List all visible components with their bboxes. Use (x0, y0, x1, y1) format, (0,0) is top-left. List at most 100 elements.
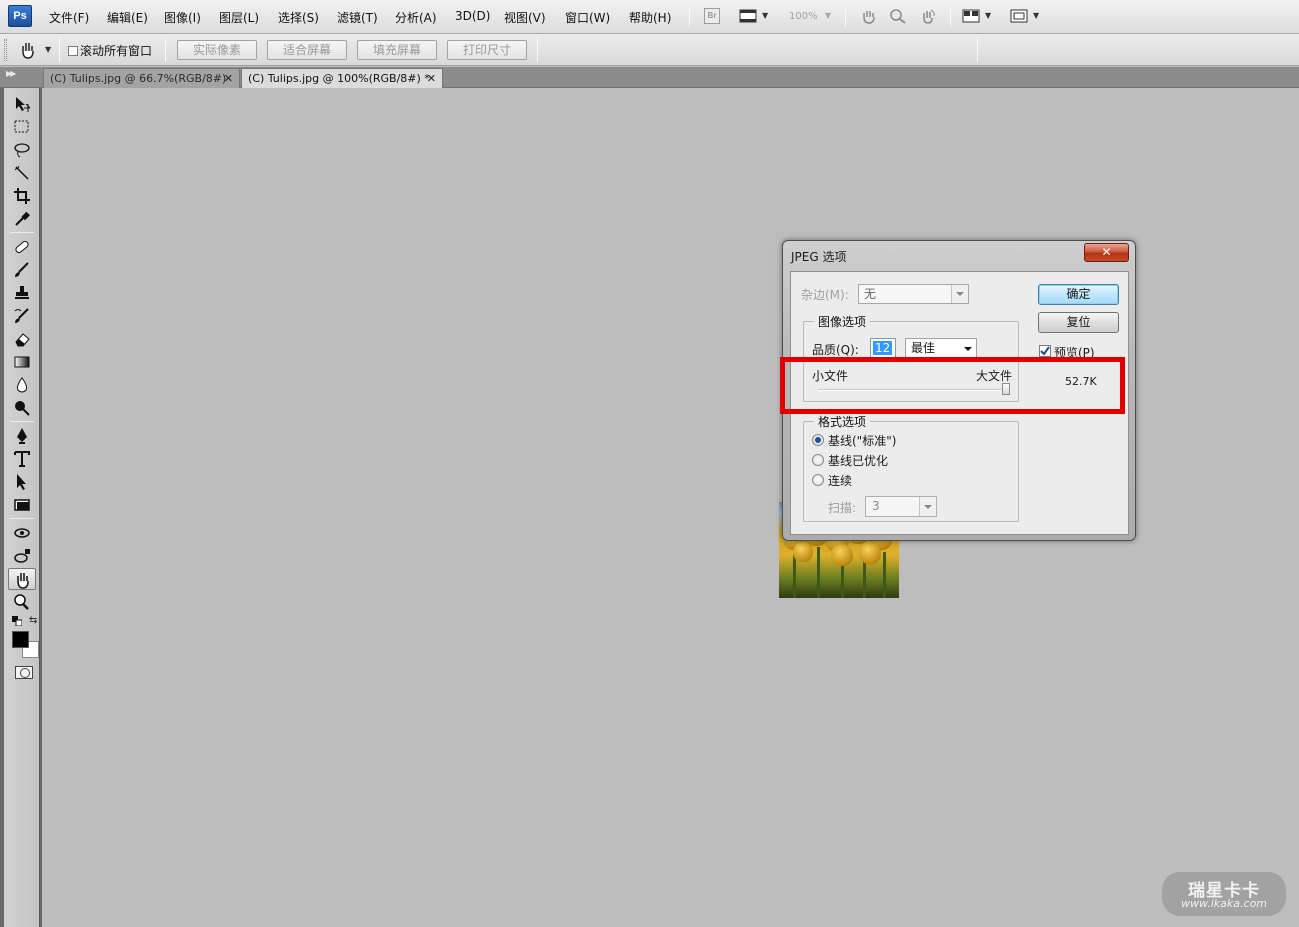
eraser-tool-icon[interactable] (8, 328, 36, 350)
tools-panel: ⇆ (0, 88, 42, 927)
close-icon[interactable]: ✕ (427, 69, 436, 88)
type-tool-icon[interactable] (8, 448, 36, 470)
progressive-radio[interactable] (812, 474, 824, 486)
tab-tulips-66[interactable]: (C) Tulips.jpg @ 66.7%(RGB/8#) ✕ (43, 68, 240, 88)
quality-value: 12 (873, 341, 893, 355)
baseline-standard-label: 基线("标准") (828, 434, 897, 448)
options-separator (537, 38, 538, 62)
baseline-optimized-radio[interactable] (812, 454, 824, 466)
history-brush-tool-icon[interactable] (8, 305, 36, 327)
move-tool-icon[interactable] (8, 93, 36, 115)
quality-preset-select[interactable]: 最佳 (905, 338, 977, 359)
options-separator (977, 38, 978, 62)
chevron-down-icon[interactable]: ▼ (825, 11, 831, 20)
hand-tool-preset-icon[interactable] (18, 40, 38, 60)
menu-3d[interactable]: 3D(D) (455, 9, 490, 23)
arrange-documents-icon[interactable] (962, 8, 980, 24)
eyedropper-tool-icon[interactable] (8, 208, 36, 230)
tab-label: (C) Tulips.jpg @ 66.7%(RGB/8#) (50, 72, 227, 85)
preview-checkbox[interactable] (1039, 345, 1051, 357)
collapse-panels-icon[interactable]: ▶▶ (6, 69, 16, 78)
zoom-tool-icon[interactable] (8, 591, 36, 613)
menu-filter[interactable]: 滤镜(T) (337, 9, 378, 26)
bridge-button[interactable]: Br (704, 8, 720, 24)
menu-analysis[interactable]: 分析(A) (395, 9, 437, 26)
marquee-tool-icon[interactable] (8, 116, 36, 138)
matte-value: 无 (864, 287, 877, 301)
chevron-down-icon (924, 505, 932, 509)
3d-orbit-tool-icon[interactable] (8, 545, 36, 567)
quality-input[interactable]: 12 (870, 338, 896, 358)
tab-tulips-100[interactable]: (C) Tulips.jpg @ 100%(RGB/8#) * ✕ (241, 68, 443, 88)
chevron-down-icon[interactable]: ▼ (762, 11, 768, 20)
hand-icon[interactable] (860, 8, 878, 24)
lasso-tool-icon[interactable] (8, 139, 36, 161)
tab-label: (C) Tulips.jpg @ 100%(RGB/8#) * (248, 72, 430, 85)
document-tab-strip: ▶▶ (C) Tulips.jpg @ 66.7%(RGB/8#) ✕ (C) … (0, 67, 1299, 88)
menu-layer[interactable]: 图层(L) (219, 9, 259, 26)
chevron-down-icon[interactable]: ▼ (1033, 11, 1039, 20)
menu-select[interactable]: 选择(S) (278, 9, 319, 26)
healing-brush-tool-icon[interactable] (8, 236, 36, 258)
annotation-highlight-box (780, 357, 1125, 414)
default-colors-icon[interactable] (12, 616, 22, 626)
matte-label: 杂边(M): (801, 288, 849, 302)
options-separator (165, 38, 166, 62)
chevron-down-icon[interactable]: ▼ (45, 45, 51, 54)
quick-mask-icon[interactable] (15, 666, 33, 679)
view-extras-icon[interactable] (739, 8, 757, 24)
dialog-title: JPEG 选项 (791, 250, 847, 264)
brush-tool-icon[interactable] (8, 259, 36, 281)
hand-tool-icon[interactable] (8, 568, 36, 590)
swap-colors-icon[interactable]: ⇆ (29, 615, 37, 626)
ok-button[interactable]: 确定 (1038, 284, 1119, 305)
menu-file[interactable]: 文件(F) (49, 9, 89, 26)
blur-tool-icon[interactable] (8, 374, 36, 396)
scroll-all-windows-checkbox[interactable] (68, 46, 78, 56)
quick-selection-tool-icon[interactable] (8, 162, 36, 184)
chevron-down-icon (956, 292, 964, 296)
gradient-tool-icon[interactable] (8, 351, 36, 373)
scans-select[interactable]: 3 (865, 496, 937, 517)
fit-screen-button[interactable]: 适合屏幕 (267, 40, 347, 60)
progressive-label: 连续 (828, 474, 853, 488)
format-options-group: 格式选项 基线("标准") 基线已优化 连续 扫描: 3 (803, 413, 1019, 522)
actual-pixels-button[interactable]: 实际像素 (177, 40, 257, 60)
3d-rotate-tool-icon[interactable] (8, 522, 36, 544)
menu-separator (689, 7, 690, 27)
menu-view[interactable]: 视图(V) (504, 9, 546, 26)
menu-image[interactable]: 图像(I) (164, 9, 201, 26)
chevron-down-icon[interactable]: ▼ (985, 11, 991, 20)
options-bar-grip[interactable] (4, 39, 7, 61)
shape-tool-icon[interactable] (8, 494, 36, 516)
tools-panel-body: ⇆ (4, 88, 40, 927)
clone-stamp-tool-icon[interactable] (8, 282, 36, 304)
foreground-color-swatch[interactable] (12, 631, 29, 648)
fill-screen-button[interactable]: 填充屏幕 (357, 40, 437, 60)
scans-value: 3 (872, 499, 880, 513)
menu-window[interactable]: 窗口(W) (565, 9, 610, 26)
image-options-title: 图像选项 (814, 313, 871, 330)
rotate-view-icon[interactable] (919, 8, 937, 24)
dodge-tool-icon[interactable] (8, 397, 36, 419)
pen-tool-icon[interactable] (8, 425, 36, 447)
screen-mode-icon[interactable] (1010, 8, 1028, 24)
matte-select[interactable]: 无 (858, 284, 969, 304)
baseline-optimized-label: 基线已优化 (828, 454, 889, 468)
zoom-icon[interactable] (889, 8, 907, 24)
reset-button[interactable]: 复位 (1038, 312, 1119, 333)
menu-bar: Ps 文件(F) 编辑(E) 图像(I) 图层(L) 选择(S) 滤镜(T) 分… (0, 0, 1299, 34)
crop-tool-icon[interactable] (8, 185, 36, 207)
menu-separator (950, 7, 951, 27)
close-icon[interactable]: ✕ (224, 69, 233, 88)
menu-edit[interactable]: 编辑(E) (107, 9, 148, 26)
menu-help[interactable]: 帮助(H) (629, 9, 671, 26)
watermark-url: www.ikaka.com (1180, 897, 1268, 910)
zoom-level[interactable]: 100% (789, 11, 818, 22)
path-selection-tool-icon[interactable] (8, 471, 36, 493)
print-size-button[interactable]: 打印尺寸 (447, 40, 527, 60)
close-button[interactable]: ✕ (1084, 243, 1129, 262)
options-separator (59, 38, 60, 62)
baseline-standard-radio[interactable] (812, 434, 824, 446)
checkmark-icon (1040, 346, 1050, 356)
